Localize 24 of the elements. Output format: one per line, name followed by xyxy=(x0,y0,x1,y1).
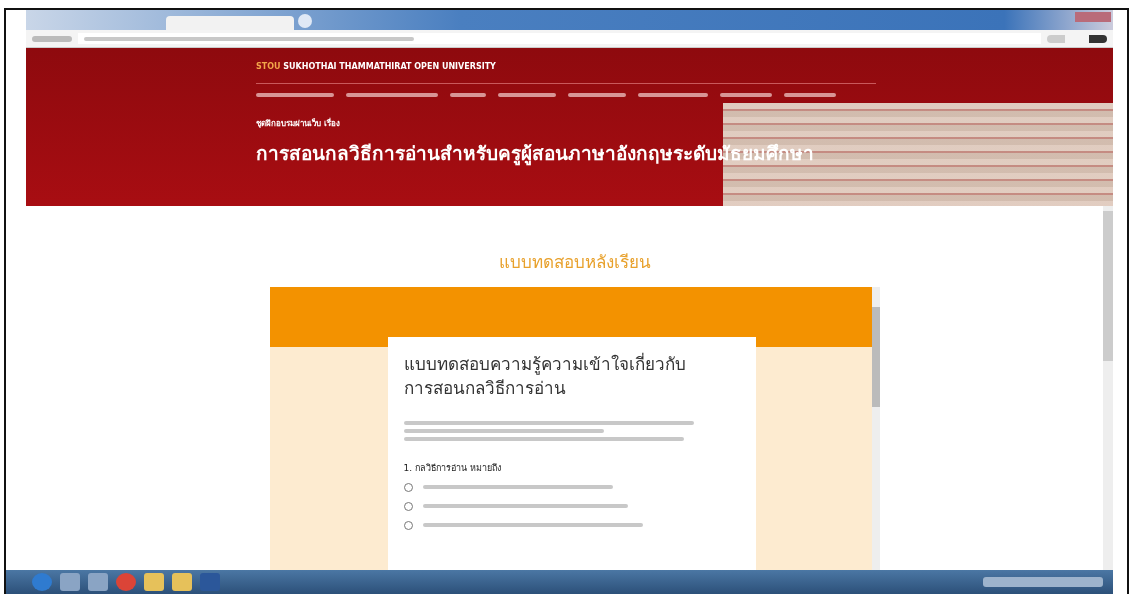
nav-link[interactable] xyxy=(498,93,556,97)
start-orb-icon[interactable] xyxy=(32,573,52,591)
section-heading: แบบทดสอบหลังเรียน xyxy=(498,251,651,274)
nav-link[interactable] xyxy=(450,93,486,97)
document-icon[interactable] xyxy=(200,573,220,591)
course-subtitle: ชุดฝึกอบรมผ่านเว็บ เรื่อง xyxy=(256,117,341,130)
nav-link[interactable] xyxy=(346,93,438,97)
browser-tab[interactable] xyxy=(166,16,294,30)
window-controls-icon[interactable] xyxy=(1075,12,1111,22)
nav-link[interactable] xyxy=(568,93,626,97)
address-field[interactable] xyxy=(78,33,1041,44)
nav-link[interactable] xyxy=(256,93,334,97)
scrollbar[interactable] xyxy=(1103,206,1113,570)
question-text: 1. กลวิธีการอ่าน หมายถึง xyxy=(403,461,502,475)
course-title: การสอนกลวิธีการอ่านสำหรับครูผู้สอนภาษาอังกฤษระดับมัธยมศึกษา xyxy=(256,141,815,168)
folder-icon[interactable] xyxy=(144,573,164,591)
form-title: แบบทดสอบความรู้ความเข้าใจเกี่ยวกับการสอนกลวิธีการอ่าน xyxy=(403,353,687,400)
new-tab-button[interactable] xyxy=(298,14,312,28)
scrollbar[interactable] xyxy=(871,287,880,570)
nav-link[interactable] xyxy=(784,93,836,97)
nav-link[interactable] xyxy=(720,93,772,97)
university-name[interactable]: STOU SUKHOTHAI THAMMATHIRAT OPEN UNIVERSITY xyxy=(256,62,1113,71)
nav-link[interactable] xyxy=(638,93,708,97)
folder-icon[interactable] xyxy=(172,573,192,591)
